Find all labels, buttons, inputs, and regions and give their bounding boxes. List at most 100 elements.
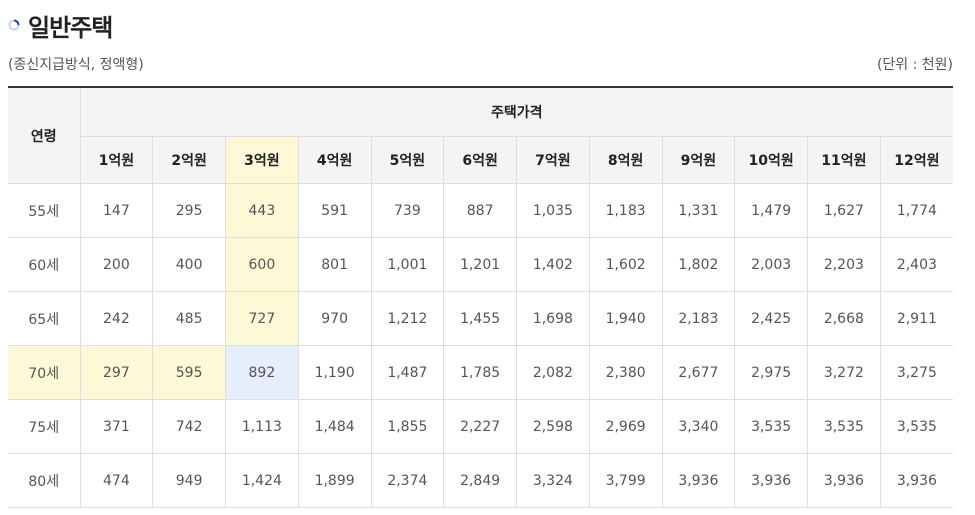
value-cell: 3,936	[880, 453, 953, 508]
value-cell: 1,424	[225, 453, 299, 508]
value-cell: 1,602	[589, 237, 663, 292]
house-price-header: 주택가격	[80, 87, 953, 137]
value-cell: 2,374	[371, 453, 445, 508]
value-cell: 3,936	[734, 453, 808, 508]
value-cell: 2,969	[589, 399, 663, 454]
value-cell: 1,035	[516, 183, 590, 238]
age-cell: 65세	[8, 291, 81, 346]
value-cell: 801	[298, 237, 372, 292]
value-cell: 1,855	[371, 399, 445, 454]
page-title: 일반주택	[28, 13, 113, 42]
value-cell: 1,479	[734, 183, 808, 238]
value-cell: 3,936	[662, 453, 736, 508]
age-cell: 60세	[8, 237, 81, 292]
value-cell: 3,936	[807, 453, 881, 508]
value-cell: 295	[152, 183, 226, 238]
price-column-header: 8억원	[589, 136, 663, 184]
value-cell: 2,975	[734, 345, 808, 400]
table-row: 65세 242 485 727 970 1,212 1,455 1,698 1,940 2,183…	[8, 291, 953, 346]
value-cell: 1,331	[662, 183, 736, 238]
value-cell: 595	[152, 345, 226, 400]
value-cell: 242	[80, 291, 154, 346]
price-column-header: 2억원	[152, 136, 226, 184]
value-cell: 3,535	[807, 399, 881, 454]
value-cell: 742	[152, 399, 226, 454]
price-column-header: 4억원	[298, 136, 372, 184]
value-cell: 1,190	[298, 345, 372, 400]
page-title-row: 일반주택	[8, 8, 113, 42]
payment-method-note: (종신지급방식, 정액형)	[8, 57, 144, 73]
price-column-header: 6억원	[443, 136, 517, 184]
table-body: 55세 147 295 443 591 739 887 1,035 1,183 1,331 1,47…	[8, 183, 953, 508]
unit-note: (단위 : 천원)	[876, 57, 953, 73]
value-cell: 970	[298, 291, 372, 346]
value-cell: 1,183	[589, 183, 663, 238]
value-cell: 887	[443, 183, 517, 238]
value-cell: 1,899	[298, 453, 372, 508]
value-cell: 2,911	[880, 291, 953, 346]
age-cell: 80세	[8, 453, 81, 508]
age-cell: 75세	[8, 399, 81, 454]
value-cell: 2,227	[443, 399, 517, 454]
table-row: 70세 297 595 892 1,190 1,487 1,785 2,082 2,380 2,6…	[8, 345, 953, 400]
value-cell: 2,598	[516, 399, 590, 454]
price-column-header: 7억원	[516, 136, 590, 184]
table-row: 75세 371 742 1,113 1,484 1,855 2,227 2,598 2,969 3…	[8, 399, 953, 454]
price-column-header: 5억원	[371, 136, 445, 184]
value-cell: 892	[225, 345, 299, 400]
pension-table-wrapper: 연령 주택가격 1억원 2억원 3억원 4억원 5억원 6억원 7억원 8억원 9억원 10억원 1…	[8, 86, 953, 508]
value-cell: 3,324	[516, 453, 590, 508]
value-cell: 2,380	[589, 345, 663, 400]
value-cell: 1,402	[516, 237, 590, 292]
value-cell: 949	[152, 453, 226, 508]
value-cell: 2,849	[443, 453, 517, 508]
price-column-header: 10억원	[734, 136, 808, 184]
value-cell: 1,802	[662, 237, 736, 292]
circle-bullet-icon	[8, 19, 20, 31]
price-column-header: 1억원	[80, 136, 154, 184]
price-column-header: 12억원	[880, 136, 953, 184]
value-cell: 739	[371, 183, 445, 238]
value-cell: 147	[80, 183, 154, 238]
value-cell: 3,275	[880, 345, 953, 400]
value-cell: 200	[80, 237, 154, 292]
value-cell: 371	[80, 399, 154, 454]
value-cell: 297	[80, 345, 154, 400]
value-cell: 3,535	[880, 399, 953, 454]
value-cell: 1,113	[225, 399, 299, 454]
value-cell: 1,774	[880, 183, 953, 238]
value-cell: 2,403	[880, 237, 953, 292]
age-cell: 55세	[8, 183, 81, 238]
pension-table: 연령 주택가격 1억원 2억원 3억원 4억원 5억원 6억원 7억원 8억원 9억원 10억원 1…	[8, 86, 953, 508]
value-cell: 1,940	[589, 291, 663, 346]
price-column-headers: 1억원 2억원 3억원 4억원 5억원 6억원 7억원 8억원 9억원 10억원 11억원 12억원	[8, 136, 953, 184]
value-cell: 443	[225, 183, 299, 238]
value-cell: 3,799	[589, 453, 663, 508]
value-cell: 1,201	[443, 237, 517, 292]
value-cell: 1,487	[371, 345, 445, 400]
value-cell: 1,001	[371, 237, 445, 292]
value-cell: 2,082	[516, 345, 590, 400]
value-cell: 1,785	[443, 345, 517, 400]
value-cell: 1,212	[371, 291, 445, 346]
value-cell: 2,668	[807, 291, 881, 346]
value-cell: 1,484	[298, 399, 372, 454]
value-cell: 2,425	[734, 291, 808, 346]
value-cell: 3,272	[807, 345, 881, 400]
value-cell: 474	[80, 453, 154, 508]
value-cell: 2,183	[662, 291, 736, 346]
value-cell: 600	[225, 237, 299, 292]
price-column-header: 11억원	[807, 136, 881, 184]
value-cell: 2,677	[662, 345, 736, 400]
value-cell: 485	[152, 291, 226, 346]
value-cell: 3,340	[662, 399, 736, 454]
value-cell: 1,627	[807, 183, 881, 238]
age-cell: 70세	[8, 345, 81, 400]
price-column-header: 3억원	[225, 136, 299, 184]
age-column-header: 연령	[8, 87, 81, 184]
value-cell: 400	[152, 237, 226, 292]
value-cell: 3,535	[734, 399, 808, 454]
table-row: 80세 474 949 1,424 1,899 2,374 2,849 3,324 3,799 3…	[8, 453, 953, 508]
value-cell: 1,455	[443, 291, 517, 346]
value-cell: 2,003	[734, 237, 808, 292]
